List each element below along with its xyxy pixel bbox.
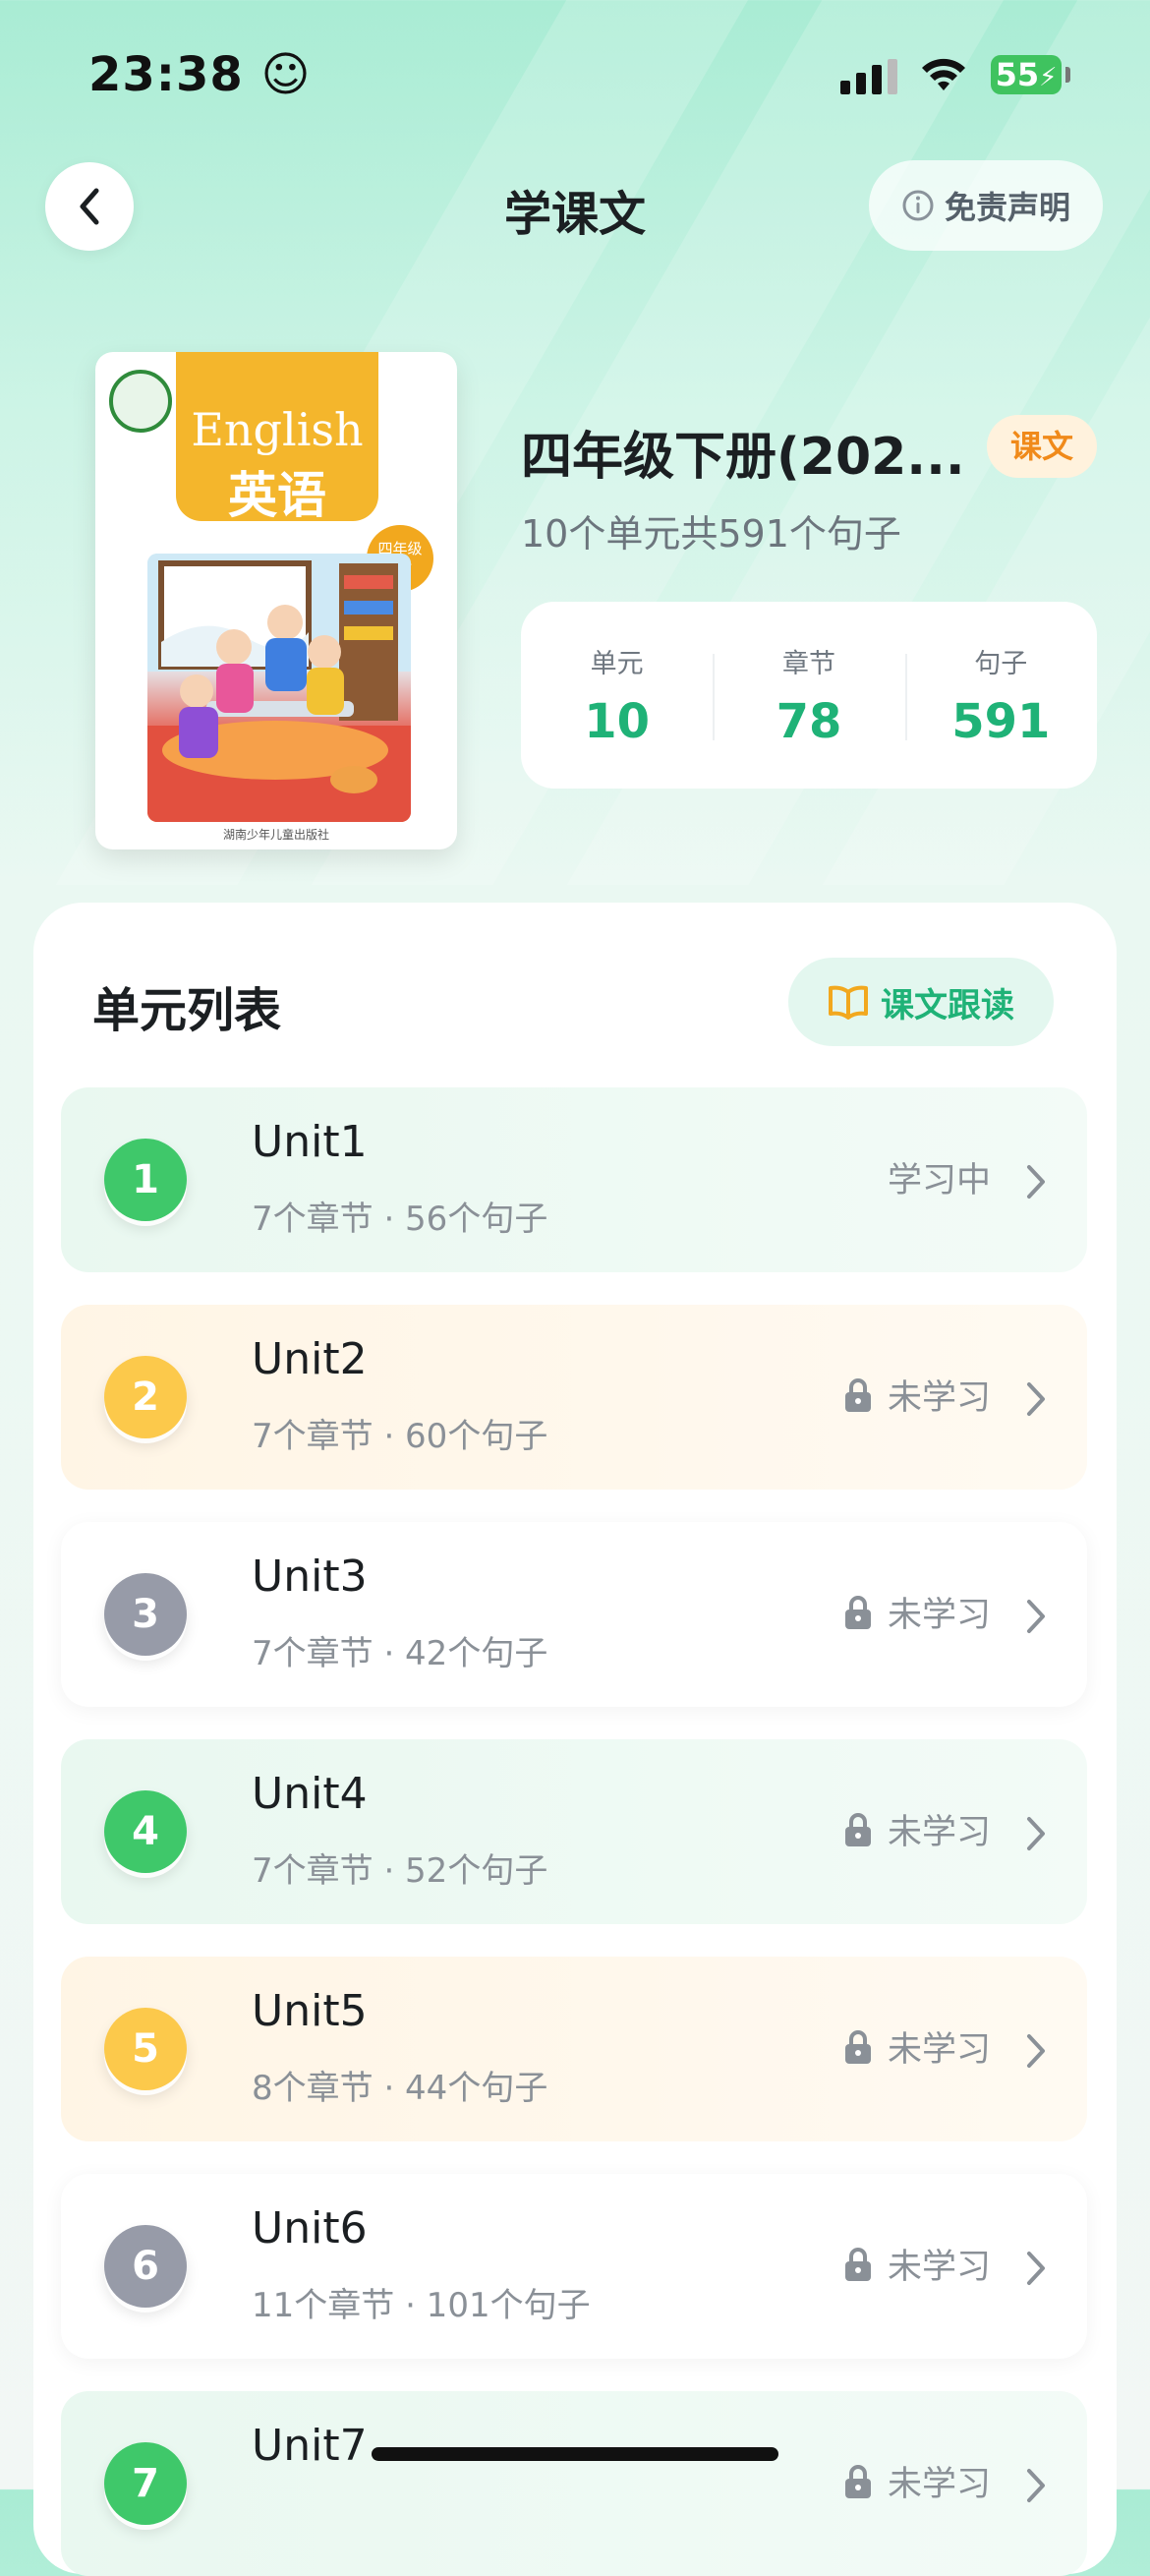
lock-icon <box>844 1377 871 1412</box>
lock-icon <box>844 2464 871 2498</box>
unit-meta: 7个章节 · 42个句子 <box>252 1634 548 1673</box>
lock-icon <box>844 2247 871 2281</box>
stat-label: 单元 <box>590 648 644 679</box>
home-indicator[interactable] <box>372 2447 778 2461</box>
cover-publisher: 湖南少年儿童出版社 <box>222 828 329 842</box>
unit-status-label: 未学习 <box>887 1813 991 1852</box>
chevron-right-icon <box>1027 1165 1045 1199</box>
unit-meta: 8个章节 · 44个句子 <box>252 2069 548 2108</box>
type-badge: 课文 <box>987 415 1097 478</box>
unit-status: 未学习 <box>842 2456 991 2506</box>
unit-status-label: 学习中 <box>887 1161 991 1200</box>
chevron-right-icon <box>1027 1600 1045 1633</box>
stat-sentences: 句子 591 <box>904 642 1097 749</box>
unit-status-label: 未学习 <box>887 2465 991 2504</box>
cover-seal-logo <box>109 370 172 433</box>
chevron-right-icon <box>1027 2469 1045 2502</box>
disclaimer-button[interactable]: 免责声明 <box>869 160 1103 251</box>
unit-meta: 7个章节 · 56个句子 <box>252 1200 548 1239</box>
lock-icon <box>844 2029 871 2064</box>
unit-name: Unit1 <box>252 1117 368 1167</box>
book-cover[interactable]: 义务教育教科书 English 英语 四年级 下册 <box>95 352 457 849</box>
unit-row[interactable]: 6 Unit6 11个章节 · 101个句子 未学习 <box>61 2174 1087 2359</box>
unit-meta: 7个章节 · 52个句子 <box>252 1851 548 1891</box>
unit-status: 学习中 <box>888 1152 991 1202</box>
stats-card: 单元 10 章节 78 句子 591 <box>521 602 1097 789</box>
unit-name: Unit5 <box>252 1986 368 2036</box>
unit-status-label: 未学习 <box>887 2030 991 2070</box>
stat-chapters: 章节 78 <box>713 642 904 749</box>
lock-icon <box>844 1812 871 1846</box>
lock-icon <box>844 1595 871 1629</box>
battery-icon: 55⚡ <box>991 55 1062 94</box>
chevron-right-icon <box>1027 2034 1045 2068</box>
unit-name: Unit2 <box>252 1334 368 1384</box>
unit-number-badge: 1 <box>104 1139 187 1221</box>
unit-status: 未学习 <box>842 1370 991 1420</box>
unit-row[interactable]: 7 Unit7 未学习 <box>61 2391 1087 2576</box>
section-title: 单元列表 <box>92 983 282 1038</box>
cover-english-title: English <box>191 403 364 456</box>
follow-read-label: 课文跟读 <box>881 985 1014 1025</box>
unit-number-badge: 6 <box>104 2225 187 2308</box>
unit-status-label: 未学习 <box>887 1378 991 1418</box>
book-subtitle: 10个单元共591个句子 <box>521 512 901 556</box>
unit-row[interactable]: 2 Unit2 7个章节 · 60个句子 未学习 <box>61 1305 1087 1490</box>
cellular-signal-icon <box>840 59 899 94</box>
chevron-right-icon <box>1027 2252 1045 2285</box>
unit-status: 未学习 <box>842 2239 991 2289</box>
stat-label: 句子 <box>974 648 1028 679</box>
unit-row[interactable]: 1 Unit1 7个章节 · 56个句子 学习中 <box>61 1087 1087 1272</box>
unit-row[interactable]: 4 Unit4 7个章节 · 52个句子 未学习 <box>61 1739 1087 1924</box>
follow-read-button[interactable]: 课文跟读 <box>788 958 1054 1046</box>
unit-name: Unit4 <box>252 1769 368 1819</box>
unit-status: 未学习 <box>842 1804 991 1854</box>
stat-value: 78 <box>776 693 842 749</box>
unit-number-badge: 7 <box>104 2442 187 2525</box>
unit-status: 未学习 <box>842 2021 991 2072</box>
battery-tip <box>1065 67 1070 83</box>
unit-status-label: 未学习 <box>887 2248 991 2287</box>
book-title: 四年级下册(202... <box>521 428 965 487</box>
unit-row[interactable]: 3 Unit3 7个章节 · 42个句子 未学习 <box>61 1522 1087 1707</box>
wifi-icon <box>922 58 965 90</box>
cover-illustration <box>147 554 411 822</box>
status-time: 23:38 ☺ <box>88 47 312 102</box>
unit-status: 未学习 <box>842 1587 991 1637</box>
stat-value: 591 <box>951 693 1051 749</box>
disclaimer-label: 免责声明 <box>944 189 1070 226</box>
unit-number-badge: 5 <box>104 2008 187 2090</box>
unit-row[interactable]: 5 Unit5 8个章节 · 44个句子 未学习 <box>61 1957 1087 2141</box>
cover-chinese-title: 英语 <box>228 467 326 524</box>
unit-number-badge: 3 <box>104 1573 187 1656</box>
unit-list-card: 单元列表 课文跟读 1 Unit1 7个章节 · 56个句子 学习中 2 Uni… <box>33 903 1117 2576</box>
unit-number-badge: 2 <box>104 1356 187 1438</box>
chevron-right-icon <box>1027 1382 1045 1416</box>
battery-level: 55 <box>995 56 1040 93</box>
unit-number-badge: 4 <box>104 1790 187 1873</box>
stat-units: 单元 10 <box>521 642 713 749</box>
unit-meta: 11个章节 · 101个句子 <box>252 2286 591 2325</box>
unit-name: Unit3 <box>252 1551 368 1602</box>
unit-name: Unit7 <box>252 2421 368 2471</box>
stat-label: 章节 <box>781 648 835 679</box>
book-open-icon <box>829 985 868 1020</box>
chevron-right-icon <box>1027 1817 1045 1850</box>
stat-value: 10 <box>584 693 651 749</box>
unit-status-label: 未学习 <box>887 1596 991 1635</box>
unit-name: Unit6 <box>252 2203 368 2254</box>
unit-meta: 7个章节 · 60个句子 <box>252 1417 548 1456</box>
status-bar: 23:38 ☺ 55⚡ <box>0 0 1150 147</box>
info-icon <box>902 190 934 221</box>
